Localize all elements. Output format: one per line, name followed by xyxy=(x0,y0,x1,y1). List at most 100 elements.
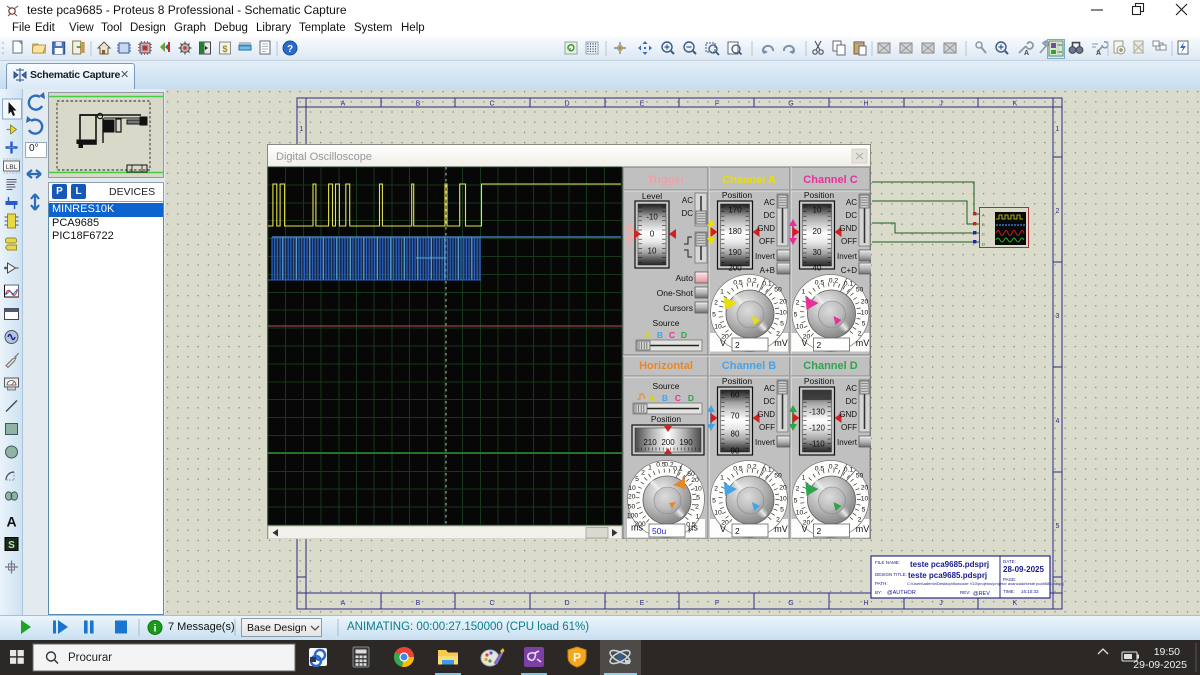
svg-text:0.1: 0.1 xyxy=(673,465,683,472)
svg-text:DESIGN TITLE:: DESIGN TITLE: xyxy=(875,572,907,577)
svg-text:mV: mV xyxy=(856,338,870,348)
svg-text:AC: AC xyxy=(682,196,693,205)
svg-text:10: 10 xyxy=(714,509,722,516)
svg-text:C:\Users\ademir\Desktop\flowco: C:\Users\ademir\Desktop\flowcode V10\pro… xyxy=(907,581,1064,586)
svg-text:mV: mV xyxy=(774,338,788,348)
svg-text:V: V xyxy=(801,524,807,534)
svg-text:K: K xyxy=(1013,101,1018,108)
svg-text:S: S xyxy=(8,540,15,551)
svg-text:0.5: 0.5 xyxy=(815,465,825,472)
svg-text:10: 10 xyxy=(714,323,722,330)
svg-text:D: D xyxy=(564,600,569,607)
svg-text:LBL: LBL xyxy=(6,164,18,171)
svg-text:2: 2 xyxy=(796,299,800,306)
svg-text:K: K xyxy=(1013,600,1018,607)
svg-text:20: 20 xyxy=(691,477,699,484)
svg-text:190: 190 xyxy=(679,438,693,447)
svg-text:Cursors: Cursors xyxy=(663,303,693,313)
svg-text:2: 2 xyxy=(858,330,862,337)
svg-text:$: $ xyxy=(222,44,227,54)
svg-text:J: J xyxy=(939,101,943,108)
svg-text:Position: Position xyxy=(804,190,835,200)
svg-text:0.5: 0.5 xyxy=(733,279,743,286)
svg-text:5: 5 xyxy=(712,497,716,504)
svg-text:D: D xyxy=(681,330,687,340)
svg-text:?: ? xyxy=(287,44,293,55)
svg-text:0.1: 0.1 xyxy=(844,466,854,473)
svg-text:V: V xyxy=(720,338,726,348)
svg-text:F: F xyxy=(715,101,719,108)
svg-text:20: 20 xyxy=(779,484,787,491)
svg-text:50: 50 xyxy=(628,503,636,510)
svg-text:20: 20 xyxy=(628,493,636,500)
svg-text:50: 50 xyxy=(856,472,864,479)
svg-text:Channel A: Channel A xyxy=(722,174,776,186)
svg-text:ms: ms xyxy=(631,523,643,533)
svg-text:2: 2 xyxy=(695,503,699,510)
svg-text:A: A xyxy=(982,213,985,218)
svg-text:B: B xyxy=(982,222,985,227)
svg-text:Invert: Invert xyxy=(755,438,776,447)
svg-text:Channel D: Channel D xyxy=(803,360,857,372)
svg-text:Position: Position xyxy=(804,376,835,386)
svg-text:1: 1 xyxy=(802,288,806,295)
svg-text:TIME:: TIME: xyxy=(1003,589,1015,594)
svg-text:100: 100 xyxy=(627,512,639,519)
svg-text:mV: mV xyxy=(856,524,870,534)
svg-text:4: 4 xyxy=(1056,418,1060,425)
svg-text:C: C xyxy=(669,330,675,340)
svg-text:B: B xyxy=(416,101,421,108)
svg-text:F: F xyxy=(715,600,719,607)
svg-text:Invert: Invert xyxy=(837,438,858,447)
svg-text:2: 2 xyxy=(817,526,822,536)
svg-text:V: V xyxy=(801,338,807,348)
svg-text:0.2: 0.2 xyxy=(747,277,757,284)
svg-text:2: 2 xyxy=(1056,208,1060,215)
svg-text:C: C xyxy=(489,600,494,607)
svg-text:GND: GND xyxy=(839,410,857,419)
svg-text:1: 1 xyxy=(802,474,806,481)
svg-text:A: A xyxy=(649,393,655,403)
svg-text:0.2: 0.2 xyxy=(747,463,757,470)
svg-text:AC: AC xyxy=(764,384,775,393)
svg-text:5: 5 xyxy=(696,495,700,502)
svg-text:A: A xyxy=(645,330,651,340)
svg-text:0.2: 0.2 xyxy=(829,463,839,470)
svg-text:Position: Position xyxy=(722,190,753,200)
svg-text:1: 1 xyxy=(1056,126,1060,133)
svg-text:2: 2 xyxy=(796,485,800,492)
svg-text:C: C xyxy=(489,101,494,108)
svg-text:Procurar: Procurar xyxy=(68,652,112,664)
svg-text:OFF: OFF xyxy=(759,237,775,246)
svg-text:GND: GND xyxy=(839,224,857,233)
svg-text:One-Shot: One-Shot xyxy=(657,288,694,298)
svg-text:20: 20 xyxy=(861,298,869,305)
svg-text:GND: GND xyxy=(757,224,775,233)
svg-text:D: D xyxy=(688,393,694,403)
svg-text:H: H xyxy=(863,101,868,108)
svg-text:50: 50 xyxy=(774,286,782,293)
svg-text:Position: Position xyxy=(651,414,682,424)
svg-text:0.1: 0.1 xyxy=(762,280,772,287)
svg-text:B: B xyxy=(416,600,421,607)
svg-text:GND: GND xyxy=(757,410,775,419)
svg-text:AC: AC xyxy=(846,384,857,393)
svg-text:DC: DC xyxy=(845,211,857,220)
svg-text:2: 2 xyxy=(858,516,862,523)
svg-text:AC: AC xyxy=(846,198,857,207)
svg-text:DC: DC xyxy=(845,397,857,406)
svg-text:2: 2 xyxy=(714,299,718,306)
svg-text:A: A xyxy=(1024,50,1029,57)
svg-text:5: 5 xyxy=(794,311,798,318)
svg-text:3: 3 xyxy=(1056,313,1060,320)
svg-text:10: 10 xyxy=(779,495,787,502)
svg-text:H: H xyxy=(863,600,868,607)
svg-text:0.2: 0.2 xyxy=(829,277,839,284)
svg-text:D: D xyxy=(982,241,985,246)
svg-text:5: 5 xyxy=(712,311,716,318)
svg-text:A: A xyxy=(341,600,346,607)
svg-text:20: 20 xyxy=(779,298,787,305)
svg-text:B: B xyxy=(662,393,668,403)
svg-text:5: 5 xyxy=(794,497,798,504)
svg-text:10: 10 xyxy=(628,485,636,492)
